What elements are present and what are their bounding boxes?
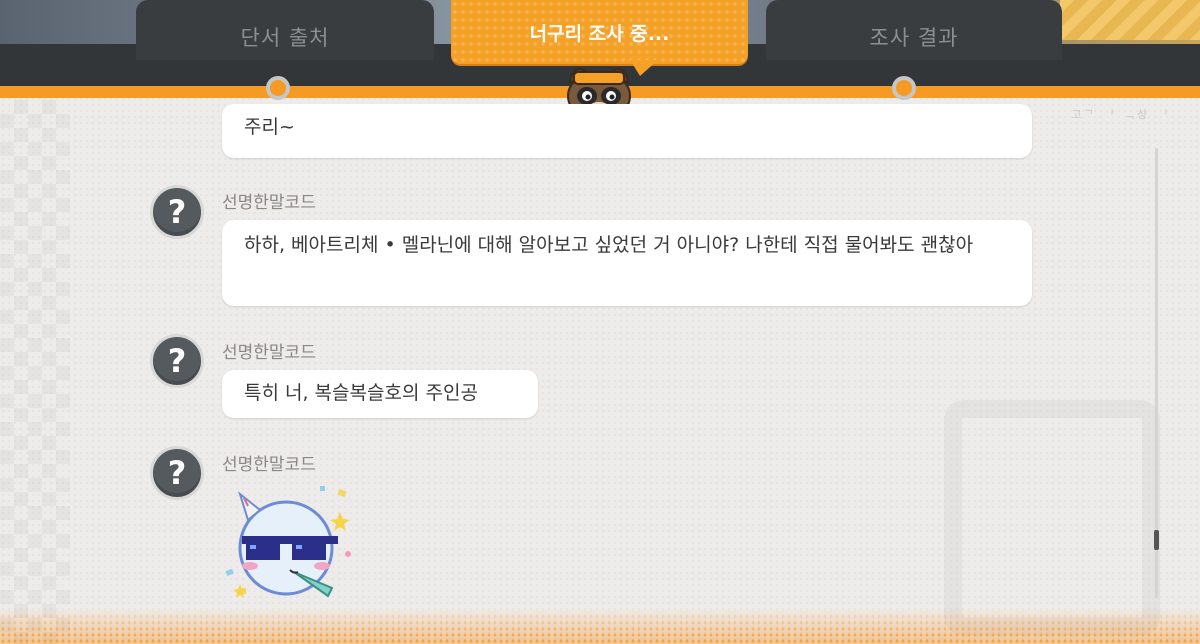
question-mark-icon: ? — [167, 454, 187, 492]
sender-name: 선명한말코드 — [222, 455, 316, 475]
message-text: 주리~ — [244, 116, 295, 138]
tab-investigating-label: 너구리 조사 중... — [529, 22, 670, 45]
bottom-orange-strip — [0, 608, 1200, 644]
message-text: 특히 너, 복슬복슬호의 주인공 — [244, 382, 478, 404]
avatar[interactable]: ? — [150, 185, 204, 239]
tab-clue-source-label: 단서 출처 — [240, 26, 330, 50]
top-right-decoration — [1060, 0, 1200, 40]
chat-scrollbar-thumb[interactable] — [1154, 530, 1159, 550]
cool-sunglasses-party-sticker — [225, 486, 351, 598]
question-mark-icon: ? — [167, 193, 187, 231]
tab-investigating[interactable]: 너구리 조사 중... — [451, 0, 748, 64]
avatar[interactable]: ? — [150, 334, 204, 388]
sender-name: 선명한말코드 — [222, 343, 316, 363]
sender-name: 선명한말코드 — [222, 193, 316, 213]
progress-dot-right — [892, 76, 916, 100]
message-bubble-previous: 주리~ — [222, 104, 1032, 158]
message-bubble: 하하, 베아트리체 • 멜라닌에 대해 알아보고 싶었던 거 아니야? 나한테 … — [222, 220, 1032, 306]
watermark-text: 고ᄀ ᅡ ᆨ상 ᅵ — [1071, 108, 1170, 121]
tab-clue-source[interactable]: 단서 출처 — [136, 0, 434, 60]
tab-investigation-result[interactable]: 조사 결과 — [766, 0, 1062, 60]
background-decoration — [944, 400, 1160, 636]
tab-investigation-result-label: 조사 결과 — [869, 26, 959, 50]
avatar[interactable]: ? — [150, 446, 204, 500]
question-mark-icon: ? — [167, 342, 187, 380]
message-bubble: 특히 너, 복슬복슬호의 주인공 — [222, 370, 538, 418]
checker-decoration — [0, 100, 70, 644]
progress-dot-left — [266, 76, 290, 100]
message-text: 하하, 베아트리체 • 멜라닌에 대해 알아보고 싶었던 거 아니야? 나한테 … — [244, 234, 974, 256]
